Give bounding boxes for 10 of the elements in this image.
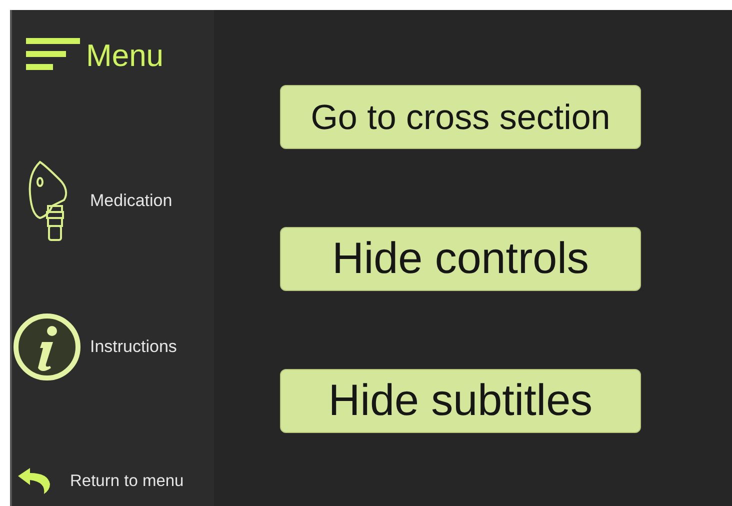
- menu-icon[interactable]: [26, 38, 80, 72]
- info-icon: [12, 312, 82, 382]
- medication-item[interactable]: Medication: [12, 160, 214, 242]
- action-button[interactable]: Hide subtitles: [280, 369, 641, 433]
- action-button[interactable]: Hide controls: [280, 227, 641, 291]
- menu-title: Menu: [86, 40, 164, 70]
- back-arrow-icon: [18, 468, 52, 494]
- return-to-menu-link[interactable]: Return to menu: [12, 468, 214, 494]
- action-button[interactable]: Go to cross section: [280, 85, 641, 149]
- instructions-item[interactable]: Instructions: [12, 312, 214, 382]
